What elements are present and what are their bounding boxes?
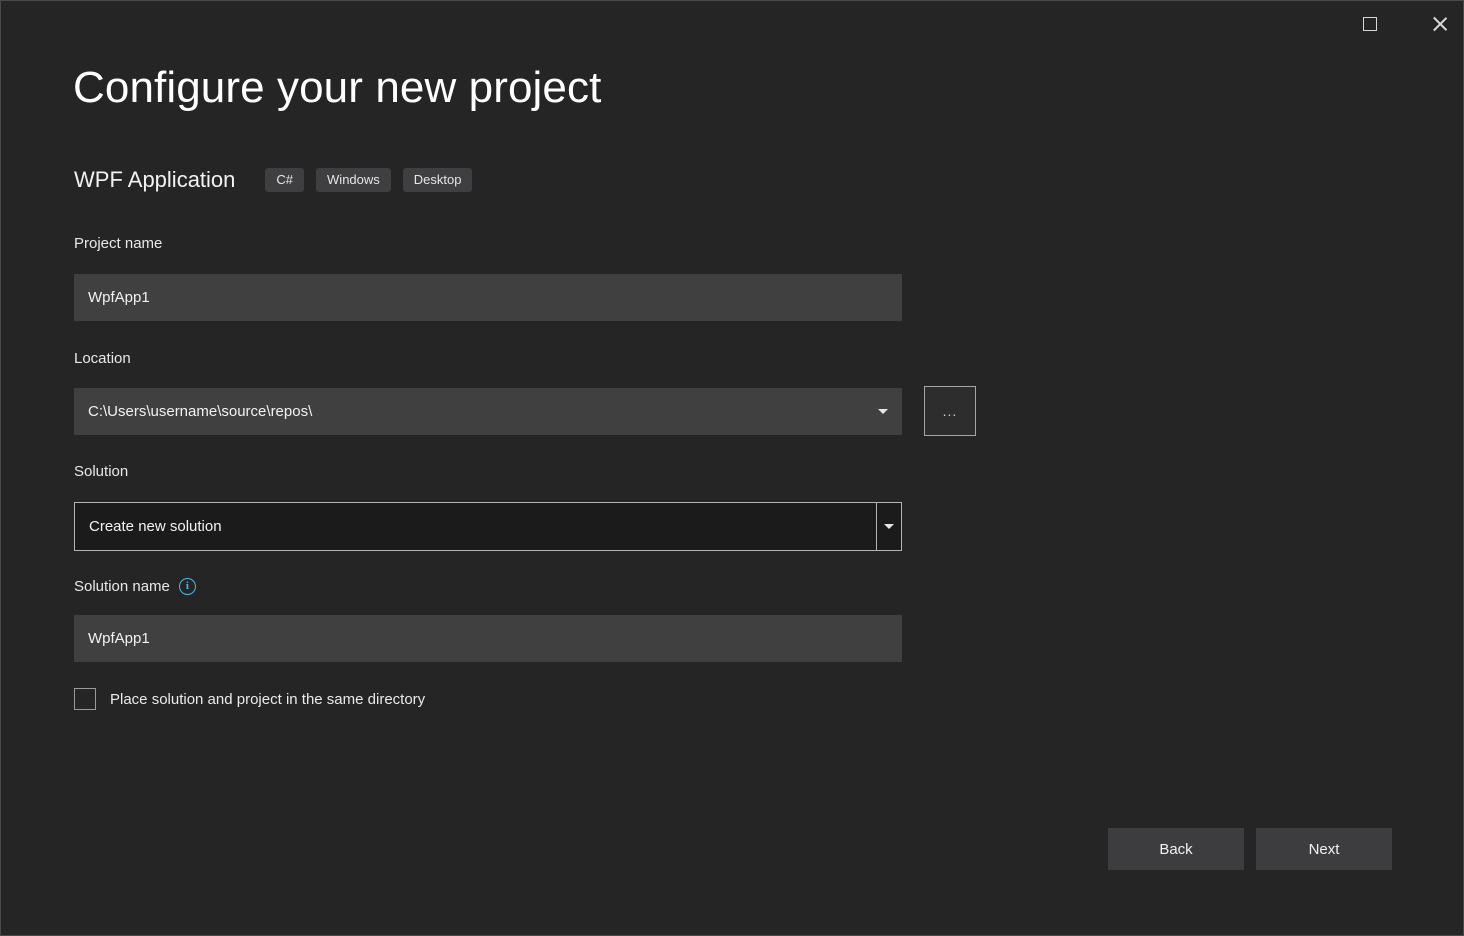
same-directory-label: Place solution and project in the same d… <box>110 691 425 708</box>
solution-value: Create new solution <box>75 503 876 550</box>
solution-name-label-row: Solution name i <box>74 578 196 595</box>
close-button[interactable] <box>1417 1 1463 47</box>
back-button[interactable]: Back <box>1108 828 1244 870</box>
solution-dropdown-arrow[interactable] <box>876 503 901 550</box>
maximize-button[interactable] <box>1347 1 1393 47</box>
location-label: Location <box>74 350 131 367</box>
configure-project-dialog: Configure your new project WPF Applicati… <box>0 0 1464 936</box>
solution-name-label: Solution name <box>74 578 170 595</box>
close-icon <box>1431 15 1449 33</box>
maximize-icon <box>1363 17 1377 31</box>
tag-project-type: Desktop <box>403 168 473 192</box>
location-combobox[interactable]: C:\Users\username\source\repos\ <box>74 388 902 435</box>
title-bar <box>1 1 1463 51</box>
location-value: C:\Users\username\source\repos\ <box>88 403 878 420</box>
tag-language: C# <box>265 168 304 192</box>
same-directory-checkbox-row[interactable]: Place solution and project in the same d… <box>74 688 425 710</box>
same-directory-checkbox[interactable] <box>74 688 96 710</box>
chevron-down-icon <box>878 409 888 414</box>
page-title: Configure your new project <box>73 63 601 113</box>
solution-name-input[interactable]: WpfApp1 <box>74 615 902 662</box>
chevron-down-icon <box>884 524 894 529</box>
project-name-input[interactable]: WpfApp1 <box>74 274 902 321</box>
tag-platform: Windows <box>316 168 391 192</box>
template-summary: WPF Application C# Windows Desktop <box>74 167 472 193</box>
browse-location-button[interactable]: ... <box>924 386 976 436</box>
solution-combobox[interactable]: Create new solution <box>74 502 902 551</box>
solution-label: Solution <box>74 463 128 480</box>
next-button[interactable]: Next <box>1256 828 1392 870</box>
solution-name-value: WpfApp1 <box>88 630 150 647</box>
project-name-value: WpfApp1 <box>88 289 150 306</box>
info-icon[interactable]: i <box>179 578 196 595</box>
template-name: WPF Application <box>74 167 235 193</box>
project-name-label: Project name <box>74 235 162 252</box>
